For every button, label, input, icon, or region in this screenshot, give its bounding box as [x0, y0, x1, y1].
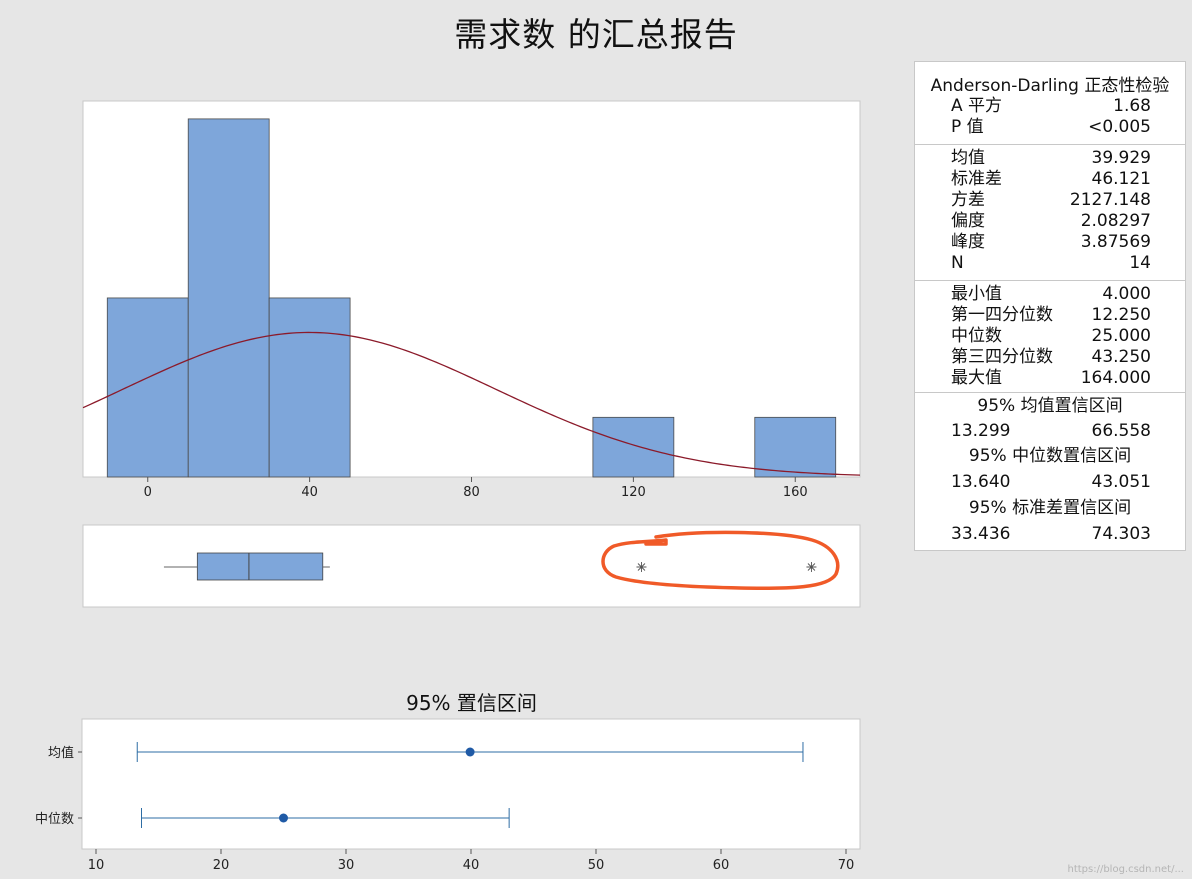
- stat-row: 方差 2127.148: [951, 190, 1151, 211]
- stat-row: 最大值 164.000: [951, 368, 1151, 389]
- stat-row: 峰度 3.87569: [951, 232, 1151, 253]
- histogram-x-tick-label: 0: [144, 485, 152, 500]
- stat-label: 均值: [951, 148, 985, 168]
- stat-label: 最大值: [951, 368, 1002, 388]
- ci-stdev-lower: 33.436: [951, 524, 1011, 544]
- ci-x-tick-label: 70: [838, 858, 855, 873]
- histogram-bar: [106, 297, 189, 478]
- stat-value: 12.250: [1091, 305, 1151, 325]
- boxplot-outlier: [636, 562, 647, 572]
- histogram-bar: [592, 416, 675, 478]
- stat-row: N 14: [951, 253, 1151, 274]
- ci-x-tick-label: 60: [713, 858, 730, 873]
- ci-median-upper: 43.051: [1091, 472, 1151, 492]
- boxplot-outlier: [806, 562, 817, 572]
- ci-median-row: 13.640 43.051: [951, 472, 1151, 493]
- watermark: https://blog.csdn.net/...: [1067, 864, 1184, 875]
- stat-label: 第三四分位数: [951, 347, 1053, 367]
- stat-row: 第三四分位数 43.250: [951, 347, 1151, 368]
- ci-row-label: 中位数: [35, 812, 74, 827]
- stat-row: 最小值 4.000: [951, 284, 1151, 305]
- histogram-x-tick-label: 80: [463, 485, 480, 500]
- ci-stdev-row: 33.436 74.303: [951, 524, 1151, 545]
- stat-row: 中位数 25.000: [951, 326, 1151, 347]
- ci-x-tick-label: 30: [338, 858, 355, 873]
- ci-mean-lower: 13.299: [951, 421, 1011, 441]
- ci-median-lower: 13.640: [951, 472, 1011, 492]
- divider: [915, 144, 1185, 145]
- ci-x-tick-label: 20: [213, 858, 230, 873]
- stat-label: 中位数: [951, 326, 1002, 346]
- stat-row: 第一四分位数 12.250: [951, 305, 1151, 326]
- histogram-bar: [187, 118, 270, 478]
- ci-mean-row: 13.299 66.558: [951, 421, 1151, 442]
- ci-estimate-point: [465, 747, 475, 757]
- histogram-bar: [268, 297, 351, 478]
- ci-x-tick-label: 10: [88, 858, 105, 873]
- ci-x-tick-label: 50: [588, 858, 605, 873]
- stat-row: P 值 <0.005: [951, 117, 1151, 138]
- stat-value: 46.121: [1091, 169, 1151, 189]
- ci-plot-area: [81, 718, 861, 850]
- stat-label: P 值: [951, 117, 984, 137]
- stat-label: 标准差: [951, 169, 1002, 189]
- ci-mean-title: 95% 均值置信区间: [977, 396, 1123, 416]
- histogram-bar: [754, 416, 837, 478]
- stat-value: 2.08297: [1080, 211, 1151, 231]
- stat-value: 2127.148: [1069, 190, 1151, 210]
- stat-value: 39.929: [1091, 148, 1151, 168]
- stat-row: A 平方 1.68: [951, 96, 1151, 117]
- stat-value: 25.000: [1091, 326, 1151, 346]
- histogram-x-tick-label: 160: [783, 485, 808, 500]
- ci-panel-title: 95% 置信区间: [406, 691, 537, 715]
- anderson-darling-title: Anderson-Darling 正态性检验: [930, 76, 1170, 96]
- stat-label: 最小值: [951, 284, 1002, 304]
- stat-label: A 平方: [951, 96, 1003, 116]
- stat-row: 均值 39.929: [951, 148, 1151, 169]
- stat-label: 方差: [951, 190, 985, 210]
- stat-value: 1.68: [1113, 96, 1151, 116]
- stat-value: 3.87569: [1080, 232, 1151, 252]
- boxplot-box: [196, 552, 324, 581]
- stat-value: <0.005: [1088, 117, 1151, 137]
- stat-value: 14: [1129, 253, 1151, 273]
- ci-median-title: 95% 中位数置信区间: [968, 446, 1132, 466]
- ci-stdev-title: 95% 标准差置信区间: [968, 498, 1132, 518]
- stat-row: 偏度 2.08297: [951, 211, 1151, 232]
- divider: [915, 280, 1185, 281]
- stat-label: N: [951, 253, 964, 273]
- ci-stdev-upper: 74.303: [1091, 524, 1151, 544]
- histogram-x-tick-label: 120: [621, 485, 646, 500]
- ci-estimate-point: [279, 813, 288, 823]
- stat-label: 偏度: [951, 211, 985, 231]
- stat-row: 标准差 46.121: [951, 169, 1151, 190]
- ci-row-label: 均值: [48, 745, 74, 761]
- statistics-panel: Anderson-Darling 正态性检验 A 平方 1.68 P 值 <0.005…: [914, 61, 1186, 551]
- ci-mean-upper: 66.558: [1091, 421, 1151, 441]
- histogram-x-tick-label: 40: [301, 485, 318, 500]
- stat-label: 峰度: [951, 232, 985, 252]
- stat-value: 4.000: [1102, 284, 1151, 304]
- divider: [915, 392, 1185, 393]
- stat-value: 43.250: [1091, 347, 1151, 367]
- stat-label: 第一四分位数: [951, 305, 1053, 325]
- ci-x-tick-label: 40: [463, 858, 480, 873]
- stat-value: 164.000: [1080, 368, 1151, 388]
